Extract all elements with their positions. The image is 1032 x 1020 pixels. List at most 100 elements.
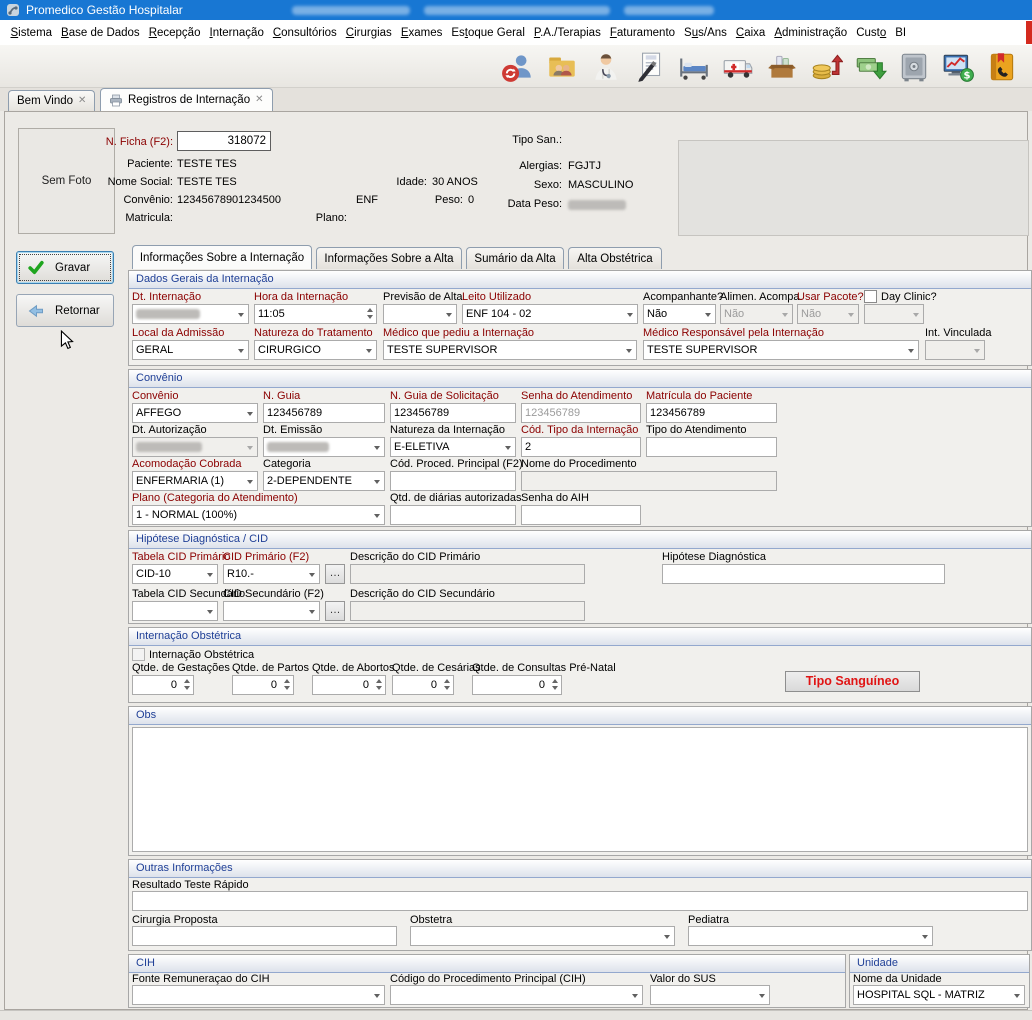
previsao-alta-combo[interactable] [383,304,457,324]
patient-folder-icon[interactable] [542,49,582,85]
tab-alta-obstetrica[interactable]: Alta Obstétrica [568,247,662,269]
codigo-procedimento-cih-combo[interactable] [390,985,643,1005]
hospital-bed-icon[interactable] [674,49,714,85]
tab-informacoes-alta[interactable]: Informações Sobre a Alta [316,247,462,269]
valor-sus-combo[interactable] [650,985,770,1005]
medico-pediu-combo[interactable]: TESTE SUPERVISOR [383,340,637,360]
pediatra-combo[interactable] [688,926,933,946]
internacao-obstetrica-checkbox[interactable] [132,648,145,661]
dt-internacao-combo[interactable] [132,304,249,324]
gravar-button[interactable]: Gravar [16,251,114,284]
acomodacao-cobrada-combo[interactable]: ENFERMARIA (1) [132,471,258,491]
categoria-combo[interactable]: 2-DEPENDENTE [263,471,385,491]
menu-item-faturamento[interactable]: Faturamento [605,21,679,45]
cirurgia-proposta-input[interactable] [132,926,397,946]
payment-down-icon[interactable] [850,49,890,85]
cod-proced-principal-input[interactable] [390,471,516,491]
cid-secundario-combo[interactable] [223,601,320,621]
menu-item-sus-ans[interactable]: Sus/Ans [680,21,732,45]
local-admissao-combo[interactable]: GERAL [132,340,249,360]
cid-primario-combo[interactable]: R10.- [223,564,320,584]
obs-textarea[interactable] [132,727,1028,852]
qtde-gestacoes-spinner[interactable]: 0 [132,675,194,695]
cod-tipo-internacao-label: Cód. Tipo da Internação [521,424,638,436]
menu-item-pa-terapias[interactable]: P.A./Terapias [529,21,605,45]
tipo-sanguineo-button[interactable]: Tipo Sanguíneo [785,671,920,692]
tab-sumario-alta[interactable]: Sumário da Alta [466,247,564,269]
ambulance-icon[interactable] [718,49,758,85]
menu-item-exames[interactable]: Exames [396,21,447,45]
cid-primario-lookup-button[interactable]: … [325,564,345,584]
menu-item-administracao[interactable]: Administração [770,21,852,45]
retornar-button[interactable]: Retornar [16,294,114,327]
resultado-teste-rapido-input[interactable] [132,891,1028,911]
spin-buttons[interactable] [552,679,558,690]
spin-buttons[interactable] [376,679,382,690]
natureza-tratamento-combo[interactable]: CIRURGICO [254,340,377,360]
cid-secundario-lookup-button[interactable]: … [325,601,345,621]
menu-item-custo[interactable]: Custo [852,21,891,45]
senha-aih-input[interactable] [521,505,641,525]
menu-item-bi[interactable]: BI [891,21,911,45]
spin-buttons[interactable] [444,679,450,690]
chevron-down-icon [626,349,632,353]
ficha-input[interactable]: 318072 [177,131,271,151]
menu-item-recepcao[interactable]: Recepção [144,21,205,45]
dt-emissao-combo[interactable] [263,437,385,457]
menu-item-consultorios[interactable]: Consultórios [268,21,341,45]
acompanhante-combo[interactable]: Não [643,304,716,324]
menu-item-sistema[interactable]: Sistema [6,21,57,45]
tab-informacoes-internacao[interactable]: Informações Sobre a Internação [132,245,312,269]
fonte-remuneracao-combo[interactable] [132,985,385,1005]
tab-bem-vindo[interactable]: Bem Vindo ✕ [8,90,95,111]
document-sign-icon[interactable] [630,49,670,85]
menu-item-internacao[interactable]: Internação [205,21,268,45]
qtde-abortos-spinner[interactable]: 0 [312,675,386,695]
day-clinic-checkbox[interactable] [864,290,877,303]
spin-buttons[interactable] [284,679,290,690]
matricula-paciente-input[interactable]: 123456789 [646,403,777,423]
dt-autorizacao-combo[interactable] [132,437,258,457]
leito-combo[interactable]: ENF 104 - 02 [462,304,638,324]
qtd-diarias-input[interactable] [390,505,516,525]
menu-item-estoque-geral[interactable]: Estoque Geral [447,21,530,45]
spin-buttons[interactable] [367,308,373,319]
plano-categoria-combo[interactable]: 1 - NORMAL (100%) [132,505,385,525]
medico-responsavel-combo[interactable]: TESTE SUPERVISOR [643,340,919,360]
obstetra-combo[interactable] [410,926,675,946]
tabela-cid-secundario-combo[interactable] [132,601,218,621]
senha-atendimento-input[interactable]: 123456789 [521,403,641,423]
usar-pacote-combo[interactable]: Não [797,304,859,324]
tipo-atendimento-input[interactable] [646,437,777,457]
close-tab-icon[interactable]: ✕ [78,96,86,106]
day-clinic-combo[interactable] [864,304,924,324]
finance-monitor-icon[interactable]: $ [938,49,978,85]
n-guia-input[interactable]: 123456789 [263,403,385,423]
tabela-cid-primario-combo[interactable]: CID-10 [132,564,218,584]
menu-item-base-de-dados[interactable]: Base de Dados [57,21,145,45]
menu-item-caixa[interactable]: Caixa [731,21,769,45]
qtde-consultas-spinner[interactable]: 0 [472,675,562,695]
refresh-user-icon[interactable] [498,49,538,85]
n-guia-solicitacao-input[interactable]: 123456789 [390,403,516,423]
menu-item-cirurgias[interactable]: Cirurgias [341,21,396,45]
hora-internacao-spinner[interactable]: 11:05 [254,304,377,324]
nome-unidade-combo[interactable]: HOSPITAL SQL - MATRIZ [853,985,1025,1005]
qtde-partos-spinner[interactable]: 0 [232,675,294,695]
phonebook-icon[interactable] [982,49,1022,85]
int-vinculada-combo[interactable] [925,340,985,360]
alimen-acompa-combo[interactable]: Não [720,304,793,324]
natureza-internacao-combo[interactable]: E-ELETIVA [390,437,516,457]
tab-registros-internacao[interactable]: Registros de Internação ✕ [100,88,273,111]
safe-icon[interactable] [894,49,934,85]
valor-sus-label: Valor do SUS [650,973,716,985]
convenio-combo[interactable]: AFFEGO [132,403,258,423]
revenue-up-icon[interactable] [806,49,846,85]
qtde-cesarias-spinner[interactable]: 0 [392,675,454,695]
cod-tipo-internacao-input[interactable]: 2 [521,437,641,457]
close-tab-icon[interactable]: ✕ [255,95,263,105]
hipotese-diagnostica-input[interactable] [662,564,945,584]
stock-box-icon[interactable] [762,49,802,85]
doctor-icon[interactable] [586,49,626,85]
spin-buttons[interactable] [184,679,190,690]
